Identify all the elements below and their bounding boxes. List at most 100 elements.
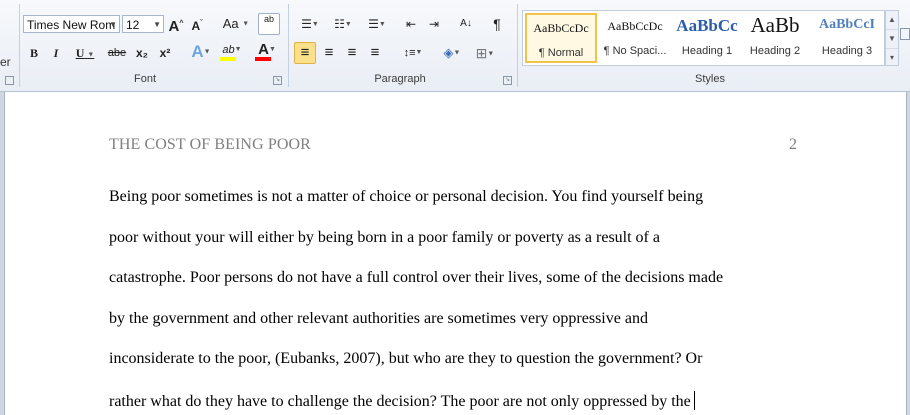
more-icon[interactable]: ▾ bbox=[886, 49, 898, 67]
increase-indent-button[interactable]: ⇥ bbox=[425, 14, 443, 34]
superscript-icon: x² bbox=[159, 46, 171, 60]
grow-font-icon: A bbox=[168, 18, 180, 35]
decrease-indent-icon: ⇤ bbox=[405, 17, 417, 31]
numbering-button[interactable]: ☷▼ bbox=[329, 14, 357, 34]
body-text-line[interactable]: inconsiderate to the poor, (Eubanks, 200… bbox=[109, 350, 702, 368]
body-text[interactable]: rather what do they have to challenge th… bbox=[109, 393, 691, 410]
body-text-line[interactable]: poor without your will either by being b… bbox=[109, 229, 660, 247]
style-name: Heading 1 bbox=[681, 45, 733, 57]
style-sample: AaBbCc bbox=[676, 16, 738, 35]
group-separator bbox=[517, 4, 518, 87]
font-dialog-launcher[interactable]: ↘ bbox=[273, 76, 282, 85]
font-name-value: Times New Rom bbox=[27, 18, 116, 32]
change-case-button[interactable]: Aa ▼ bbox=[222, 14, 250, 34]
highlight-color-bar bbox=[220, 57, 236, 61]
style-heading3-tile[interactable]: AaBbCcI Heading 3 bbox=[811, 13, 883, 63]
style-normal-tile[interactable]: AaBbCcDc ¶ Normal bbox=[525, 13, 597, 63]
strikethrough-button[interactable]: abe bbox=[106, 43, 128, 63]
paragraph-group-label: Paragraph bbox=[374, 73, 426, 85]
paint-bucket-icon: ◈ bbox=[443, 45, 454, 60]
styles-group-label: Styles bbox=[695, 73, 725, 85]
borders-button[interactable]: ⊞▼ bbox=[471, 43, 499, 63]
line-spacing-button[interactable]: ↕≡▼ bbox=[398, 43, 428, 63]
center-button[interactable]: ≡ bbox=[320, 43, 338, 63]
page-number: 2 bbox=[789, 136, 797, 153]
text-cursor bbox=[693, 391, 695, 410]
bold-icon: B bbox=[29, 46, 38, 60]
style-heading1-tile[interactable]: AaBbCc Heading 1 bbox=[671, 13, 743, 63]
change-styles-button[interactable] bbox=[900, 18, 910, 68]
body-text-line-last[interactable]: rather what do they have to challenge th… bbox=[109, 391, 695, 411]
style-name: Heading 2 bbox=[749, 45, 801, 57]
styles-gallery: AaBbCcDc ¶ Normal AaBbCcDc ¶ No Spaci...… bbox=[522, 10, 885, 66]
ribbon: er Times New Rom ▼ 12 ▼ A^ Aˇ Aa ▼ ab B … bbox=[0, 0, 910, 92]
bullets-icon: ☰ bbox=[301, 17, 312, 31]
line-spacing-icon: ↕≡ bbox=[403, 47, 416, 59]
document-area: THE COST OF BEING POOR 2 Being poor some… bbox=[0, 92, 910, 415]
chevron-down-icon: ▼ bbox=[153, 20, 161, 29]
chevron-down-icon: ▼ bbox=[109, 20, 117, 29]
underline-button[interactable]: U ▼ bbox=[72, 43, 98, 63]
font-group-label: Font bbox=[133, 73, 156, 85]
body-text-line[interactable]: Being poor sometimes is not a matter of … bbox=[109, 188, 703, 206]
running-header-title: THE COST OF BEING POOR bbox=[109, 136, 311, 153]
change-case-icon: Aa bbox=[222, 16, 239, 31]
shrink-font-icon: A bbox=[191, 19, 201, 33]
underline-icon: U bbox=[75, 46, 85, 60]
style-no-spacing-tile[interactable]: AaBbCcDc ¶ No Spaci... bbox=[599, 13, 671, 63]
subscript-button[interactable]: x₂ bbox=[133, 43, 151, 63]
numbering-icon: ☷ bbox=[334, 17, 345, 31]
style-sample: AaBbCcI bbox=[818, 17, 875, 32]
text-effects-icon: A bbox=[191, 42, 204, 61]
align-left-button[interactable]: ≡ bbox=[294, 42, 316, 64]
show-formatting-button[interactable]: ¶ bbox=[489, 14, 505, 34]
style-name: ¶ Normal bbox=[538, 47, 584, 59]
body-text-line[interactable]: catastrophe. Poor persons do not have a … bbox=[109, 269, 723, 287]
justify-button[interactable]: ≡ bbox=[366, 43, 384, 63]
borders-icon: ⊞ bbox=[475, 45, 488, 61]
font-size-value: 12 bbox=[126, 18, 140, 32]
clear-formatting-button[interactable]: ab bbox=[258, 13, 280, 35]
style-sample: AaBb bbox=[750, 13, 800, 37]
sort-icon: A↓ bbox=[460, 18, 472, 29]
align-center-icon: ≡ bbox=[324, 44, 334, 61]
decrease-indent-button[interactable]: ⇤ bbox=[402, 14, 420, 34]
bold-button[interactable]: B bbox=[26, 43, 42, 63]
grow-font-button[interactable]: A^ bbox=[168, 14, 184, 35]
shrink-font-button[interactable]: Aˇ bbox=[189, 14, 205, 34]
pilcrow-icon: ¶ bbox=[493, 16, 501, 32]
style-name: ¶ No Spaci... bbox=[603, 45, 667, 57]
increase-indent-icon: ⇥ bbox=[428, 17, 440, 31]
chevron-up-icon[interactable]: ▲ bbox=[886, 11, 898, 30]
chevron-down-icon[interactable]: ▼ bbox=[886, 30, 898, 49]
style-sample: AaBbCcDc bbox=[607, 19, 663, 33]
justify-icon: ≡ bbox=[370, 44, 380, 61]
styles-gallery-scroll[interactable]: ▲ ▼ ▾ bbox=[885, 10, 899, 66]
clipboard-dialog-launcher[interactable] bbox=[5, 76, 14, 85]
sort-button[interactable]: A↓ bbox=[455, 14, 477, 34]
font-name-combo[interactable]: Times New Rom ▼ bbox=[23, 15, 120, 33]
document-page[interactable]: THE COST OF BEING POOR 2 Being poor some… bbox=[4, 92, 907, 415]
body-text-line[interactable]: by the government and other relevant aut… bbox=[109, 310, 648, 328]
paragraph-dialog-launcher[interactable]: ↘ bbox=[503, 76, 512, 85]
align-right-button[interactable]: ≡ bbox=[343, 43, 361, 63]
multilevel-list-button[interactable]: ☰▼ bbox=[362, 14, 392, 34]
style-heading2-tile[interactable]: AaBb Heading 2 bbox=[739, 13, 811, 63]
style-name: Heading 3 bbox=[821, 45, 873, 57]
text-effects-button[interactable]: A▼ bbox=[188, 42, 214, 62]
italic-button[interactable]: I bbox=[49, 43, 63, 63]
font-color-bar bbox=[255, 57, 271, 61]
font-color-button[interactable]: A▼ bbox=[253, 40, 281, 61]
subscript-icon: x₂ bbox=[135, 46, 148, 60]
bullets-button[interactable]: ☰▼ bbox=[296, 14, 324, 34]
font-size-combo[interactable]: 12 ▼ bbox=[122, 15, 164, 33]
superscript-button[interactable]: x² bbox=[156, 43, 174, 63]
group-separator bbox=[288, 4, 289, 87]
shading-button[interactable]: ◈▼ bbox=[438, 43, 466, 63]
align-right-icon: ≡ bbox=[347, 44, 357, 61]
change-styles-icon bbox=[900, 28, 910, 40]
align-left-icon: ≡ bbox=[300, 44, 310, 61]
multilevel-list-icon: ☰ bbox=[368, 17, 379, 31]
strikethrough-icon: abe bbox=[107, 47, 127, 59]
highlight-button[interactable]: ab▼ bbox=[218, 40, 246, 61]
